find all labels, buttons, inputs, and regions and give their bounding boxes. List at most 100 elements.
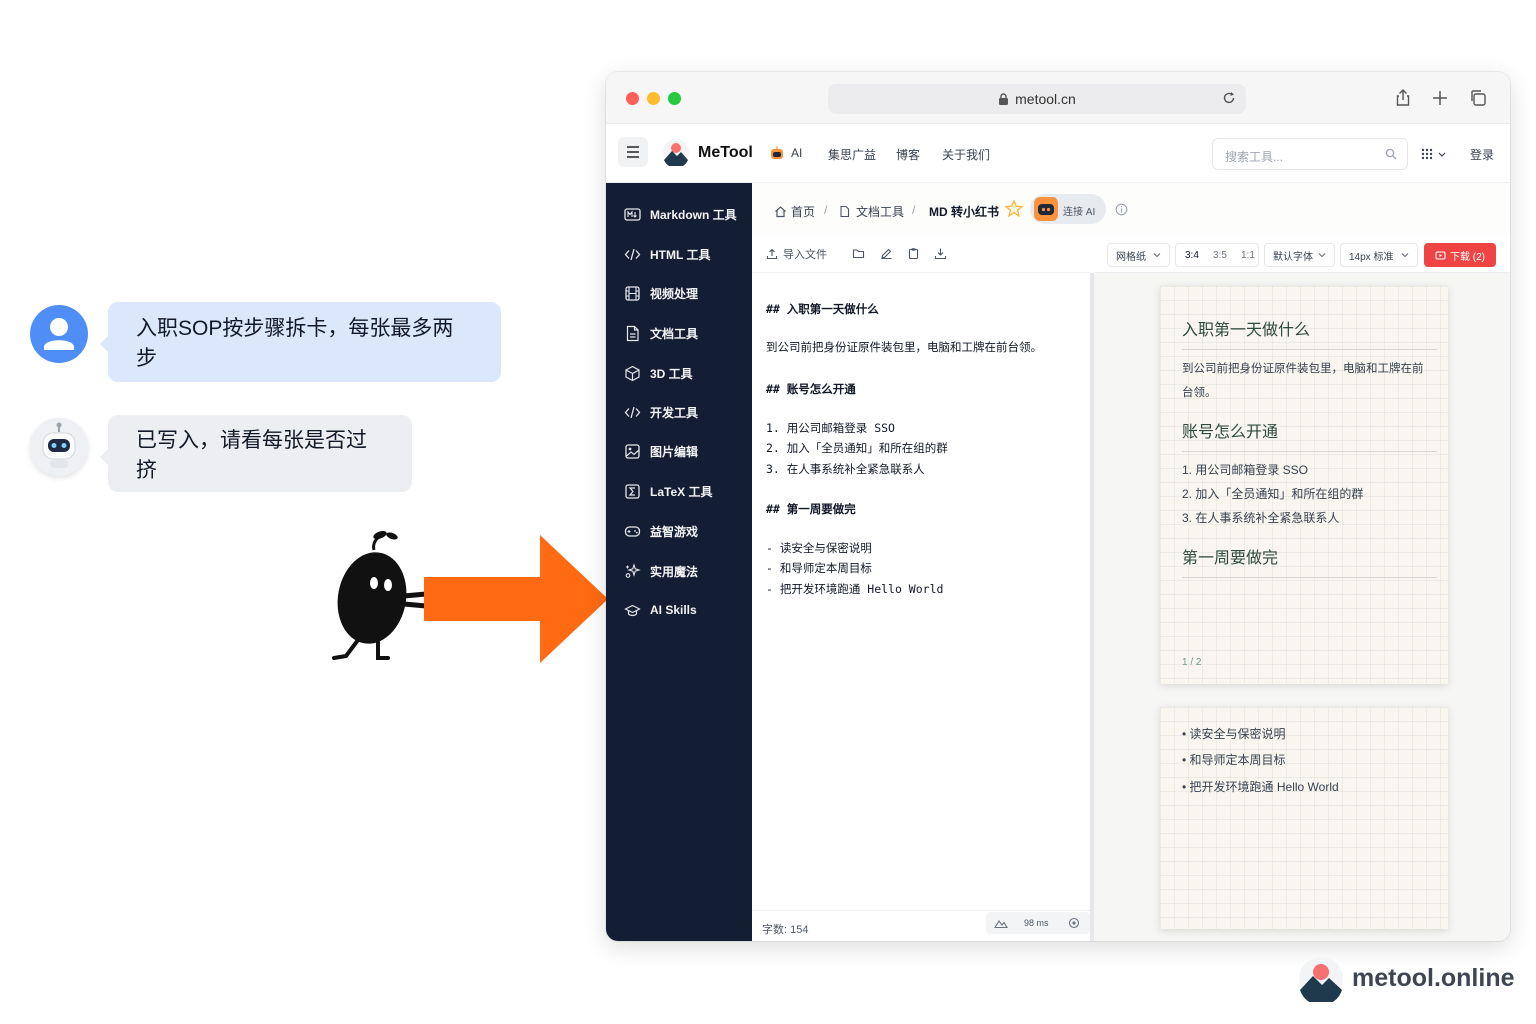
edit-icon[interactable]: [880, 247, 893, 260]
editor-status-bar: 字数: 154 98 ms: [752, 910, 1090, 941]
sidebar-item-latex[interactable]: LaTeX 工具: [624, 481, 712, 501]
sidebar-item-dev[interactable]: 开发工具: [624, 402, 698, 422]
sidebar-item-magic[interactable]: 实用魔法: [624, 561, 698, 581]
editor-line: 到公司前把身份证原件装包里，电脑和工牌在前台领。: [766, 340, 1042, 354]
reload-icon[interactable]: [1222, 91, 1236, 105]
close-window-button[interactable]: [626, 92, 639, 105]
brand-name[interactable]: MeTool: [698, 144, 753, 162]
sidebar-item-label: 文档工具: [650, 326, 699, 341]
list-item: 1. 用公司邮箱登录 SSO: [1182, 463, 1309, 477]
sparkles-icon: [625, 562, 641, 578]
chevron-down-icon: [1401, 253, 1409, 258]
maximize-window-button[interactable]: [668, 92, 681, 105]
card-heading: 账号怎么开通: [1182, 418, 1437, 452]
new-tab-icon[interactable]: [1430, 88, 1450, 108]
editor-line: - 把开发环境跑通 Hello World: [766, 582, 944, 596]
sidebar-item-docs[interactable]: 文档工具: [624, 323, 698, 343]
paper-style-select[interactable]: 网格纸: [1107, 243, 1170, 267]
graduation-cap-icon: [624, 604, 641, 616]
connect-ai-label: 连接 AI: [1063, 207, 1096, 218]
ratio-3-5-button[interactable]: 3:5: [1213, 250, 1227, 261]
sidebar-item-image[interactable]: 图片编辑: [624, 441, 698, 461]
font-size-select[interactable]: 14px 标准: [1340, 243, 1418, 267]
nav-blog[interactable]: 博客: [896, 146, 920, 163]
word-count: 字数: 154: [762, 924, 809, 936]
markdown-editor[interactable]: ## 入职第一天做什么 到公司前把身份证原件装包里，电脑和工牌在前台领。 ## …: [752, 273, 1090, 941]
editor-line: ## 入职第一天做什么: [766, 302, 879, 316]
login-link[interactable]: 登录: [1470, 146, 1494, 163]
tabs-overview-icon[interactable]: [1468, 88, 1488, 108]
address-bar[interactable]: metool.cn: [828, 84, 1246, 114]
font-value: 默认字体: [1273, 251, 1313, 263]
document-icon: [626, 325, 639, 341]
gamepad-icon: [624, 525, 641, 537]
sidebar-item-html[interactable]: HTML 工具: [624, 244, 710, 264]
nav-ai[interactable]: AI: [791, 146, 802, 160]
chevron-down-icon: [1318, 253, 1326, 258]
performance-indicator: 98 ms: [986, 912, 1090, 934]
menu-toggle-button[interactable]: [618, 137, 648, 167]
sidebar-item-label: Markdown 工具: [650, 207, 737, 222]
page-indicator: 1 / 2: [1182, 657, 1202, 668]
connect-ai-button[interactable]: 连接 AI: [1030, 194, 1106, 224]
download-icon[interactable]: [934, 247, 947, 260]
breadcrumb: 首页 / 文档工具 / MD 转小红书 连接 AI: [752, 183, 1510, 235]
metool-logo[interactable]: [662, 138, 690, 166]
user-icon: [44, 318, 74, 350]
watermark-text: metool.online: [1352, 964, 1515, 992]
paper-style-value: 网格纸: [1116, 251, 1146, 263]
sidebar-item-video[interactable]: 视频处理: [624, 283, 698, 303]
sidebar-item-games[interactable]: 益智游戏: [624, 521, 698, 541]
sidebar-item-3d[interactable]: 3D 工具: [624, 363, 693, 383]
sidebar-item-markdown[interactable]: Markdown 工具: [624, 204, 737, 224]
share-icon[interactable]: [1393, 88, 1413, 108]
editor-line: ## 账号怎么开通: [766, 382, 856, 396]
breadcrumb-separator: /: [824, 203, 828, 217]
sigma-icon: [625, 483, 640, 499]
arrow-right-icon: [424, 535, 608, 663]
editor-line: - 和导师定本周目标: [766, 561, 872, 575]
apps-grid-icon[interactable]: [1421, 148, 1447, 160]
breadcrumb-home[interactable]: 首页: [774, 203, 815, 220]
search-input[interactable]: 搜索工具...: [1212, 138, 1408, 170]
sidebar-item-label: AI Skills: [650, 603, 697, 617]
document-icon: [840, 205, 850, 218]
folder-icon[interactable]: [852, 247, 865, 260]
markdown-icon: [624, 207, 641, 221]
breadcrumb-category-label: 文档工具: [856, 205, 905, 219]
card-paragraph-line: 到公司前把身份证原件装包里，电脑和工牌在前: [1182, 363, 1424, 375]
breadcrumb-category[interactable]: 文档工具: [838, 203, 904, 220]
sidebar-item-label: 实用魔法: [650, 564, 699, 579]
ratio-3-4-button[interactable]: 3:4: [1185, 250, 1199, 261]
user-avatar: [30, 305, 88, 363]
user-message: 入职SOP按步骤拆卡，每张最多两步: [100, 302, 501, 382]
bot-message: 已写入，请看每张是否过挤: [100, 415, 412, 492]
info-icon[interactable]: [1115, 203, 1128, 216]
browser-window: metool.cn MeTool AI 集思广益 博客 关于我们 搜索工具...…: [606, 72, 1510, 941]
sidebar-item-label: 3D 工具: [650, 366, 693, 381]
sidebar: Markdown 工具 HTML 工具 视频处理 文档工具 3D 工具 开发工具: [606, 183, 752, 941]
import-file-button[interactable]: 导入文件: [766, 246, 827, 262]
ratio-1-1-button[interactable]: 1:1: [1241, 250, 1255, 261]
chevron-down-icon: [1153, 253, 1161, 258]
upload-icon: [766, 248, 778, 260]
watermark-logo: [1299, 957, 1343, 1002]
nav-brainstorm[interactable]: 集思广益: [828, 146, 876, 163]
star-icon[interactable]: [1004, 199, 1024, 219]
editor-line: 3. 在人事系统补全紧急联系人: [766, 462, 925, 476]
nav-about[interactable]: 关于我们: [942, 146, 990, 163]
minimize-window-button[interactable]: [647, 92, 660, 105]
clipboard-icon[interactable]: [907, 247, 920, 260]
settings-icon[interactable]: [1068, 917, 1080, 929]
card-heading: 入职第一天做什么: [1182, 316, 1437, 350]
sidebar-item-label: LaTeX 工具: [650, 484, 713, 499]
sidebar-item-ai-skills[interactable]: AI Skills: [624, 600, 697, 620]
download-button[interactable]: 下载 (2): [1424, 243, 1496, 267]
code-icon: [624, 406, 641, 418]
aspect-ratio-group: 3:4 3:5 1:1: [1175, 243, 1259, 267]
font-select[interactable]: 默认字体: [1264, 243, 1335, 267]
font-size-value: 14px 标准: [1349, 251, 1394, 263]
image-icon: [625, 443, 640, 459]
mountain-icon: [994, 920, 1008, 929]
search-icon: [1385, 148, 1397, 160]
